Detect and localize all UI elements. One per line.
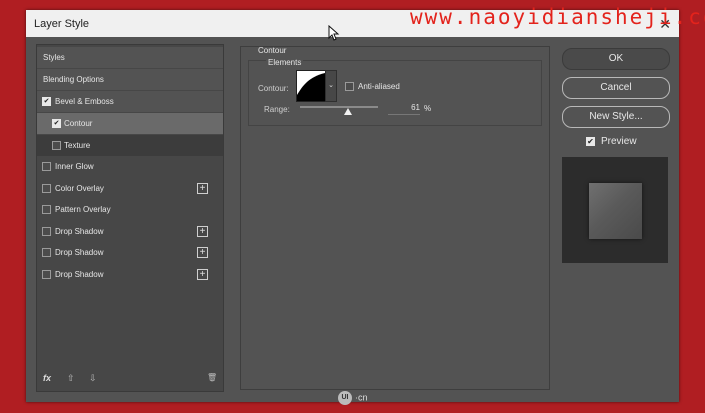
brand-logo-mark: UI: [338, 391, 352, 405]
contour-section-title: Contour: [258, 46, 287, 55]
styles-header[interactable]: Styles: [37, 47, 223, 69]
inner-glow-label: Inner Glow: [55, 162, 94, 171]
sidebar-item-drop-shadow-1[interactable]: Drop Shadow +: [37, 221, 223, 242]
sidebar-item-drop-shadow-2[interactable]: Drop Shadow +: [37, 242, 223, 263]
pattern-overlay-label: Pattern Overlay: [55, 205, 111, 214]
sidebar-item-drop-shadow-3[interactable]: Drop Shadow +: [37, 264, 223, 285]
sidebar-item-texture[interactable]: Texture: [37, 135, 223, 156]
add-drop-shadow-3-icon[interactable]: +: [197, 269, 208, 280]
drop-shadow-2-checkbox[interactable]: [42, 248, 51, 257]
drop-shadow-1-checkbox[interactable]: [42, 227, 51, 236]
fx-icon[interactable]: fx: [43, 373, 51, 383]
ok-button[interactable]: OK: [562, 48, 670, 70]
preview-checkbox[interactable]: ✔: [586, 137, 595, 146]
blending-options-item[interactable]: Blending Options: [37, 69, 223, 91]
sidebar-item-inner-glow[interactable]: Inner Glow: [37, 156, 223, 177]
contour-label: Contour: [64, 119, 93, 128]
range-slider-thumb[interactable]: [343, 108, 352, 115]
move-down-icon[interactable]: ⇩: [89, 373, 97, 384]
add-drop-shadow-2-icon[interactable]: +: [197, 247, 208, 258]
window-title: Layer Style: [34, 18, 90, 30]
contour-curve-icon: [297, 73, 325, 101]
pattern-overlay-checkbox[interactable]: [42, 205, 51, 214]
texture-label: Texture: [64, 141, 91, 150]
sidebar-item-bevel-emboss[interactable]: ✔ Bevel & Emboss: [37, 91, 223, 113]
add-drop-shadow-1-icon[interactable]: +: [197, 226, 208, 237]
trash-icon[interactable]: 🗑: [207, 373, 217, 382]
contour-picker[interactable]: [296, 70, 326, 102]
brand-logo-suffix: ·cn: [355, 392, 368, 403]
contour-checkbox[interactable]: ✔: [52, 119, 61, 128]
inner-glow-checkbox[interactable]: [42, 162, 51, 171]
sidebar-item-contour[interactable]: ✔ Contour: [37, 113, 223, 134]
watermark-text: www.naoyidiansheji.com: [410, 5, 705, 29]
contour-dropdown-button[interactable]: ⌄: [325, 70, 337, 102]
color-overlay-checkbox[interactable]: [42, 184, 51, 193]
styles-label: Styles: [43, 53, 65, 62]
drop-shadow-3-label: Drop Shadow: [55, 270, 104, 279]
blending-options-label: Blending Options: [43, 75, 104, 84]
styles-footer: fx ⇧ ⇩ 🗑: [37, 371, 223, 387]
anti-aliased-label: Anti-aliased: [358, 82, 400, 91]
brand-logo: UI ·cn: [338, 391, 368, 405]
cancel-button[interactable]: Cancel: [562, 77, 670, 99]
anti-aliased-checkbox[interactable]: [345, 82, 354, 91]
add-color-overlay-icon[interactable]: +: [197, 183, 208, 194]
range-slider-track[interactable]: [300, 106, 378, 108]
bevel-emboss-checkbox[interactable]: ✔: [42, 97, 51, 106]
elements-group-title: Elements: [266, 58, 304, 67]
move-up-icon[interactable]: ⇧: [67, 373, 75, 384]
range-input[interactable]: 61: [388, 103, 420, 115]
color-overlay-label: Color Overlay: [55, 184, 104, 193]
preview-swatch: [589, 183, 642, 239]
sidebar-item-pattern-overlay[interactable]: Pattern Overlay: [37, 199, 223, 220]
bevel-emboss-label: Bevel & Emboss: [55, 97, 114, 106]
drop-shadow-1-label: Drop Shadow: [55, 227, 104, 236]
range-label: Range:: [264, 105, 290, 114]
new-style-button[interactable]: New Style...: [562, 106, 670, 128]
drop-shadow-2-label: Drop Shadow: [55, 248, 104, 257]
range-unit: %: [424, 104, 432, 113]
contour-field-label: Contour:: [258, 84, 289, 93]
drop-shadow-3-checkbox[interactable]: [42, 270, 51, 279]
elements-group: [248, 60, 542, 126]
styles-list: Styles Blending Options ✔ Bevel & Emboss…: [36, 44, 224, 392]
texture-checkbox[interactable]: [52, 141, 61, 150]
mouse-cursor-icon: [328, 24, 340, 44]
preview-label: Preview: [601, 136, 637, 147]
sidebar-item-color-overlay[interactable]: Color Overlay +: [37, 178, 223, 199]
